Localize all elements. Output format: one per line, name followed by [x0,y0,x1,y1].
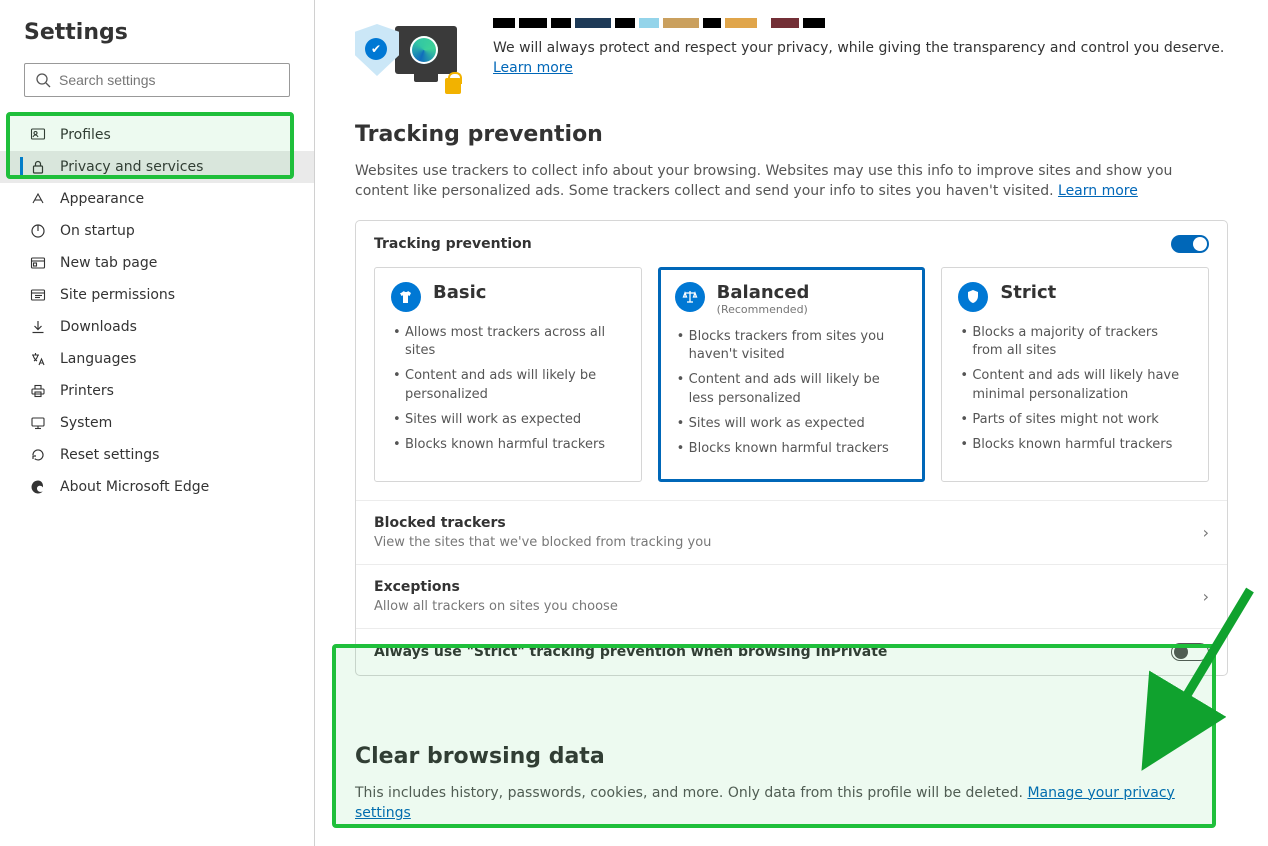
edge-icon [30,479,46,495]
language-icon [30,351,46,367]
tracking-level-basic[interactable]: Basic Allows most trackers across all si… [374,267,642,482]
clear-heading: Clear browsing data [355,744,1228,769]
sidebar-item-label: Reset settings [60,447,159,463]
sidebar-item-label: About Microsoft Edge [60,479,209,495]
sidebar-item-downloads[interactable]: Downloads [0,311,314,343]
sidebar-item-reset[interactable]: Reset settings [0,439,314,471]
chevron-right-icon: › [1203,523,1209,542]
inprivate-strict-row: Always use "Strict" tracking prevention … [356,628,1227,675]
sidebar-item-label: On startup [60,223,135,239]
level-title: Balanced [717,282,810,303]
row-subtitle: Allow all trackers on sites you choose [374,599,1203,614]
download-icon [30,319,46,335]
tshirt-icon [391,282,421,312]
sidebar-item-label: Site permissions [60,287,175,303]
power-icon [30,223,46,239]
privacy-hero: We will always protect and respect your … [315,0,1268,110]
sidebar-item-label: Downloads [60,319,137,335]
sidebar-item-label: New tab page [60,255,157,271]
sidebar-nav: Profiles Privacy and services Appearance… [0,119,314,503]
sidebar-item-label: Languages [60,351,136,367]
lock-icon [30,159,46,175]
tracking-description: Websites use trackers to collect info ab… [355,161,1228,202]
content: We will always protect and respect your … [315,0,1268,846]
system-icon [30,415,46,431]
sidebar-item-label: Printers [60,383,114,399]
row-subtitle: View the sites that we've blocked from t… [374,535,1203,550]
tracking-card: Tracking prevention Basic Allows most tr… [355,220,1228,676]
appearance-icon [30,191,46,207]
sidebar-item-permissions[interactable]: Site permissions [0,279,314,311]
tracking-heading: Tracking prevention [355,122,1228,147]
tracking-toggle[interactable] [1171,235,1209,253]
row-title: Blocked trackers [374,515,1203,531]
profile-icon [30,127,46,143]
clear-description: This includes history, passwords, cookie… [355,783,1228,824]
row-title: Always use "Strict" tracking prevention … [374,644,887,660]
level-recommended: (Recommended) [717,303,810,316]
balance-icon [675,282,705,312]
sidebar-item-label: System [60,415,112,431]
newtab-icon [30,255,46,271]
tracking-level-strict[interactable]: Strict Blocks a majority of trackers fro… [941,267,1209,482]
blocked-trackers-row[interactable]: Blocked trackers View the sites that we'… [356,500,1227,564]
chevron-right-icon: › [1203,587,1209,606]
sidebar-item-label: Appearance [60,191,144,207]
search-icon [35,72,51,88]
search-input[interactable] [59,72,279,88]
row-title: Exceptions [374,579,1203,595]
sidebar-item-system[interactable]: System [0,407,314,439]
shield-icon [958,282,988,312]
sidebar-item-languages[interactable]: Languages [0,343,314,375]
sidebar: Settings Profiles Privacy and services A… [0,0,315,846]
page-title: Settings [0,20,314,63]
hero-description: We will always protect and respect your … [493,38,1228,79]
hero-learn-more-link[interactable]: Learn more [493,60,573,76]
reset-icon [30,447,46,463]
tracking-learn-more-link[interactable]: Learn more [1058,183,1138,199]
sidebar-item-appearance[interactable]: Appearance [0,183,314,215]
tracking-level-balanced[interactable]: Balanced (Recommended) Blocks trackers f… [658,267,926,482]
sidebar-item-privacy[interactable]: Privacy and services [0,151,314,183]
clear-now-row: Clear browsing data now Choose what to c… [355,841,1228,846]
level-title: Strict [1000,282,1056,303]
redacted-heading [493,18,1228,28]
sidebar-item-about[interactable]: About Microsoft Edge [0,471,314,503]
level-bullets: Blocks trackers from sites you haven't v… [675,328,909,459]
tracking-toggle-label: Tracking prevention [374,236,532,252]
sidebar-item-profiles[interactable]: Profiles [0,119,314,151]
sidebar-item-printers[interactable]: Printers [0,375,314,407]
sidebar-item-newtab[interactable]: New tab page [0,247,314,279]
permissions-icon [30,287,46,303]
level-title: Basic [433,282,486,303]
level-bullets: Blocks a majority of trackers from all s… [958,324,1192,455]
sidebar-item-label: Privacy and services [60,159,203,175]
privacy-illustration [355,18,465,90]
tracking-levels: Basic Allows most trackers across all si… [356,267,1227,500]
level-bullets: Allows most trackers across all sites Co… [391,324,625,455]
printer-icon [30,383,46,399]
search-box[interactable] [24,63,290,97]
sidebar-item-label: Profiles [60,127,111,143]
inprivate-strict-toggle[interactable] [1171,643,1209,661]
sidebar-item-onstartup[interactable]: On startup [0,215,314,247]
exceptions-row[interactable]: Exceptions Allow all trackers on sites y… [356,564,1227,628]
